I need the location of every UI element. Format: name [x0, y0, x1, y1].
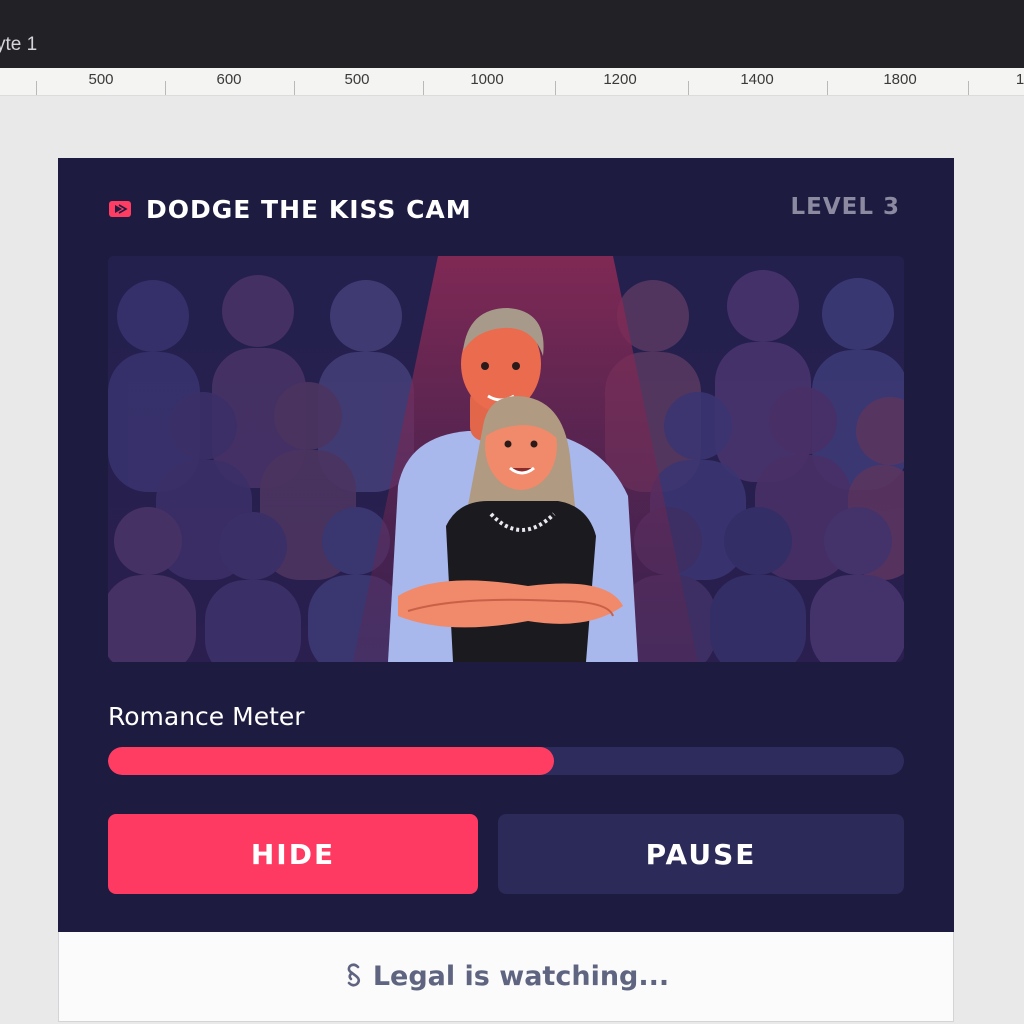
romance-meter-track	[108, 747, 904, 775]
pause-button[interactable]: PAUSE	[498, 814, 904, 894]
footer-status-text: Legal is watching...	[372, 961, 670, 992]
ruler-tick	[36, 81, 37, 95]
status-footer: Legal is watching...	[58, 932, 954, 1022]
camera-icon	[109, 201, 131, 217]
ruler-tick	[688, 81, 689, 95]
ruler-tick	[294, 81, 295, 95]
ruler-label: 1000	[470, 71, 504, 88]
ruler-label: 1	[1015, 71, 1024, 88]
ruler-label: 500	[88, 71, 114, 88]
kiss-cam-scene	[108, 256, 904, 662]
romance-meter-fill	[108, 747, 554, 775]
ruler-label: 1800	[883, 71, 917, 88]
ruler-label: 1200	[603, 71, 637, 88]
ruler-label: 500	[344, 71, 370, 88]
ruler-tick	[423, 81, 424, 95]
crowd-illustration	[108, 256, 904, 662]
ruler-label: 600	[216, 71, 242, 88]
game-header: DODGE THE KISS CAM	[108, 192, 472, 226]
ruler-tick	[555, 81, 556, 95]
horizontal-ruler: 500 600 500 1000 1200 1400 1800 1	[0, 68, 1024, 96]
section-icon	[347, 962, 360, 987]
ruler-tick	[968, 81, 969, 95]
level-indicator: LEVEL 3	[790, 194, 900, 220]
ruler-tick	[165, 81, 166, 95]
game-title: DODGE THE KISS CAM	[146, 194, 472, 224]
ruler-label: 1400	[740, 71, 774, 88]
romance-meter-label: Romance Meter	[108, 702, 305, 731]
document-tab[interactable]: yte 1	[0, 34, 37, 56]
window-titlebar: yte 1	[0, 0, 1024, 68]
hide-button[interactable]: HIDE	[108, 814, 478, 894]
ruler-tick	[827, 81, 828, 95]
